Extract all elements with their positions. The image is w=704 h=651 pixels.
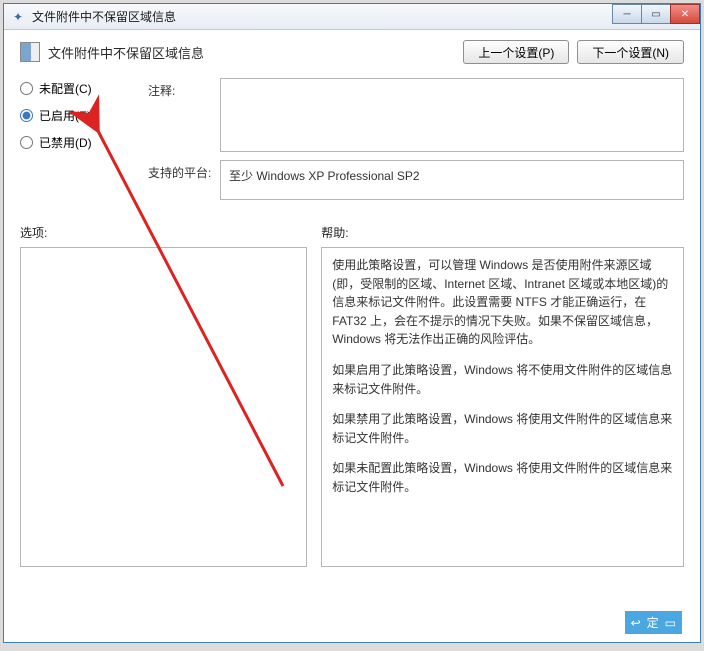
previous-setting-button[interactable]: 上一个设置(P) [463, 40, 569, 64]
close-button[interactable]: ✕ [670, 4, 700, 24]
supported-row: 支持的平台: 至少 Windows XP Professional SP2 [148, 160, 684, 200]
content-area: 文件附件中不保留区域信息 上一个设置(P) 下一个设置(N) 未配置(C) 已启… [4, 30, 700, 577]
radio-enabled[interactable]: 已启用(E) [20, 107, 136, 124]
ok-button[interactable]: ↩ 定 ▭ [625, 611, 682, 634]
top-grid: 未配置(C) 已启用(E) 已禁用(D) 注释: [20, 70, 684, 200]
options-label: 选项: [20, 224, 307, 241]
radio-disabled-label: 已禁用(D) [39, 134, 92, 151]
middle-row: 选项: 帮助: 使用此策略设置，可以管理 Windows 是否使用附件来源区域(… [20, 224, 684, 567]
radio-enabled-input[interactable] [20, 109, 33, 122]
ok-label: 定 [647, 614, 659, 631]
comment-row: 注释: [148, 78, 684, 152]
radio-disabled[interactable]: 已禁用(D) [20, 134, 136, 151]
help-paragraph: 使用此策略设置，可以管理 Windows 是否使用附件来源区域(即，受限制的区域… [332, 256, 673, 349]
help-paragraph: 如果启用了此策略设置，Windows 将不使用文件附件的区域信息来标记文件附件。 [332, 361, 673, 398]
ok-arrow-icon: ↩ [631, 616, 641, 630]
comment-box[interactable] [220, 78, 684, 152]
help-label: 帮助: [321, 224, 684, 241]
policy-icon [20, 42, 40, 62]
header-row: 文件附件中不保留区域信息 上一个设置(P) 下一个设置(N) [20, 40, 684, 64]
supported-box: 至少 Windows XP Professional SP2 [220, 160, 684, 200]
minimize-button[interactable]: ─ [612, 4, 642, 24]
radio-not-configured[interactable]: 未配置(C) [20, 80, 136, 97]
policy-editor-window: ✦ 文件附件中不保留区域信息 ─ ▭ ✕ 文件附件中不保留区域信息 上一个设置(… [3, 3, 701, 643]
window-title: 文件附件中不保留区域信息 [32, 8, 176, 25]
comment-label: 注释: [148, 78, 220, 152]
next-setting-button[interactable]: 下一个设置(N) [577, 40, 684, 64]
supported-label: 支持的平台: [148, 160, 220, 200]
window-controls: ─ ▭ ✕ [613, 4, 700, 24]
titlebar: ✦ 文件附件中不保留区域信息 ─ ▭ ✕ [4, 4, 700, 30]
ok-deco-icon: ▭ [665, 616, 676, 630]
help-panel[interactable]: 使用此策略设置，可以管理 Windows 是否使用附件来源区域(即，受限制的区域… [321, 247, 684, 567]
options-panel[interactable] [20, 247, 307, 567]
footer: ↩ 定 ▭ [22, 611, 682, 634]
app-icon: ✦ [10, 9, 26, 25]
radio-not-configured-input[interactable] [20, 82, 33, 95]
radio-disabled-input[interactable] [20, 136, 33, 149]
state-radios: 未配置(C) 已启用(E) 已禁用(D) [20, 80, 136, 151]
help-paragraph: 如果禁用了此策略设置，Windows 将使用文件附件的区域信息来标记文件附件。 [332, 410, 673, 447]
radio-enabled-label: 已启用(E) [39, 107, 91, 124]
radio-not-configured-label: 未配置(C) [39, 80, 92, 97]
help-paragraph: 如果未配置此策略设置，Windows 将使用文件附件的区域信息来标记文件附件。 [332, 459, 673, 496]
maximize-button[interactable]: ▭ [641, 4, 671, 24]
policy-title: 文件附件中不保留区域信息 [48, 43, 204, 62]
